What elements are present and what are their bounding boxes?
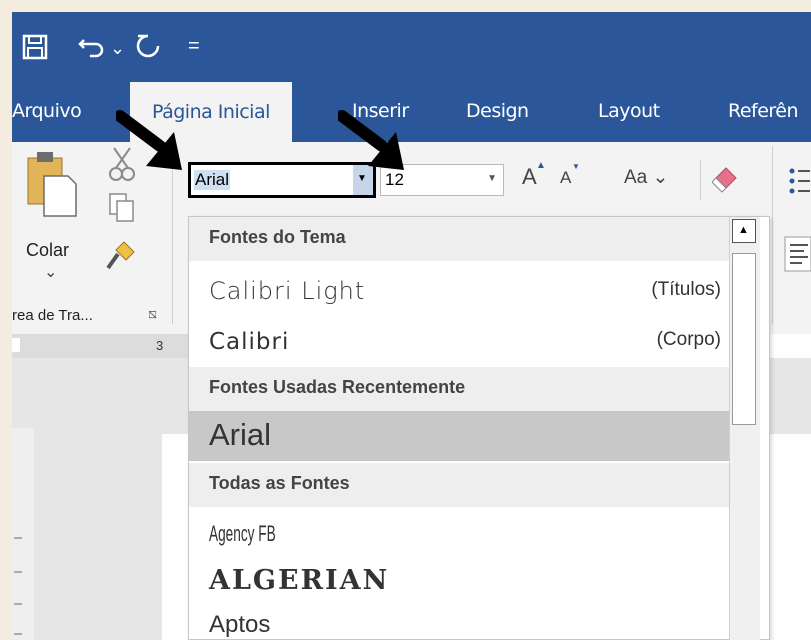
copy-icon[interactable] <box>108 192 136 224</box>
font-option-calibri-light[interactable]: Calibri Light (Títulos) <box>189 267 729 315</box>
group-divider <box>772 146 773 324</box>
align-left-icon[interactable] <box>784 236 811 272</box>
scroll-thumb[interactable] <box>732 253 756 425</box>
font-name-input[interactable]: Arial <box>194 170 231 190</box>
format-painter-icon[interactable] <box>106 238 138 272</box>
vertical-ruler-ticks <box>14 537 22 635</box>
font-dropdown-list: Fontes do Tema Calibri Light (Títulos) C… <box>188 216 770 640</box>
all-fonts-header: Todas as Fontes <box>189 463 729 507</box>
vertical-ruler[interactable] <box>12 428 34 640</box>
title-bar: ⌄ = <box>12 12 811 82</box>
tab-layout[interactable]: Layout <box>598 100 660 122</box>
font-option-tag: (Títulos) <box>651 279 721 300</box>
paste-icon[interactable] <box>24 148 80 218</box>
customize-qat-icon[interactable]: = <box>188 30 200 62</box>
font-option-arial-selected[interactable]: Arial <box>189 411 729 461</box>
theme-fonts-header-label: Fontes do Tema <box>209 227 346 247</box>
font-option-agency-fb[interactable]: Agency FB <box>189 511 729 557</box>
arrow-annotation-icon <box>338 110 404 170</box>
tab-design[interactable]: Design <box>466 100 529 122</box>
scroll-up-button[interactable]: ▲ <box>732 219 756 243</box>
grow-arrow-icon: ▲ <box>536 160 546 171</box>
change-case-button[interactable]: Aa ⌄ <box>624 166 668 189</box>
font-option-aptos[interactable]: Aptos <box>189 607 729 640</box>
shrink-arrow-icon: ▼ <box>572 162 580 171</box>
font-option-algerian[interactable]: ALGERIAN <box>189 557 729 605</box>
clipboard-group-label: rea de Tra... <box>12 307 93 324</box>
theme-fonts-header: Fontes do Tema <box>189 217 729 261</box>
separator <box>700 160 701 200</box>
dropdown-scrollbar[interactable]: ▲ <box>729 217 760 640</box>
font-option-tag: (Corpo) <box>656 329 721 350</box>
paste-label[interactable]: Colar <box>26 240 69 261</box>
recent-fonts-header: Fontes Usadas Recentemente <box>189 367 729 411</box>
chevron-down-icon[interactable]: ▼ <box>487 173 497 184</box>
tab-arquivo[interactable]: Arquivo <box>12 100 82 122</box>
save-icon[interactable] <box>22 34 48 60</box>
clipboard-launcher-icon[interactable]: ⧅ <box>148 305 157 322</box>
undo-icon[interactable] <box>78 32 106 60</box>
font-option-label: Aptos <box>209 611 271 638</box>
ruler-mark: 3 <box>156 338 164 353</box>
paste-chevron-icon[interactable]: ⌄ <box>44 262 57 282</box>
arrow-annotation-icon <box>116 110 182 170</box>
shrink-font-button[interactable]: A <box>560 168 571 188</box>
font-option-label: ALGERIAN <box>209 565 390 596</box>
grow-font-button[interactable]: A <box>522 164 537 190</box>
clear-formatting-icon[interactable] <box>712 166 738 194</box>
font-option-calibri[interactable]: Calibri (Corpo) <box>189 317 729 365</box>
all-fonts-header-label: Todas as Fontes <box>209 473 350 493</box>
recent-fonts-header-label: Fontes Usadas Recentemente <box>209 377 466 397</box>
undo-dropdown[interactable]: ⌄ <box>110 32 125 64</box>
bullets-icon[interactable] <box>788 166 810 196</box>
font-option-label: Arial <box>209 417 272 452</box>
ruler-margin <box>764 334 811 358</box>
chevron-up-icon: ▲ <box>738 224 749 236</box>
ruler-tab-selector[interactable] <box>12 338 20 352</box>
word-window: ⌄ = Arquivo Página Inicial Inserir Desig… <box>12 12 811 640</box>
tab-referencias[interactable]: Referên <box>728 100 799 122</box>
font-option-label: Agency FB <box>209 521 276 546</box>
font-option-label: Calibri Light <box>209 277 366 305</box>
font-option-label: Calibri <box>209 329 290 355</box>
redo-icon[interactable] <box>134 32 162 60</box>
